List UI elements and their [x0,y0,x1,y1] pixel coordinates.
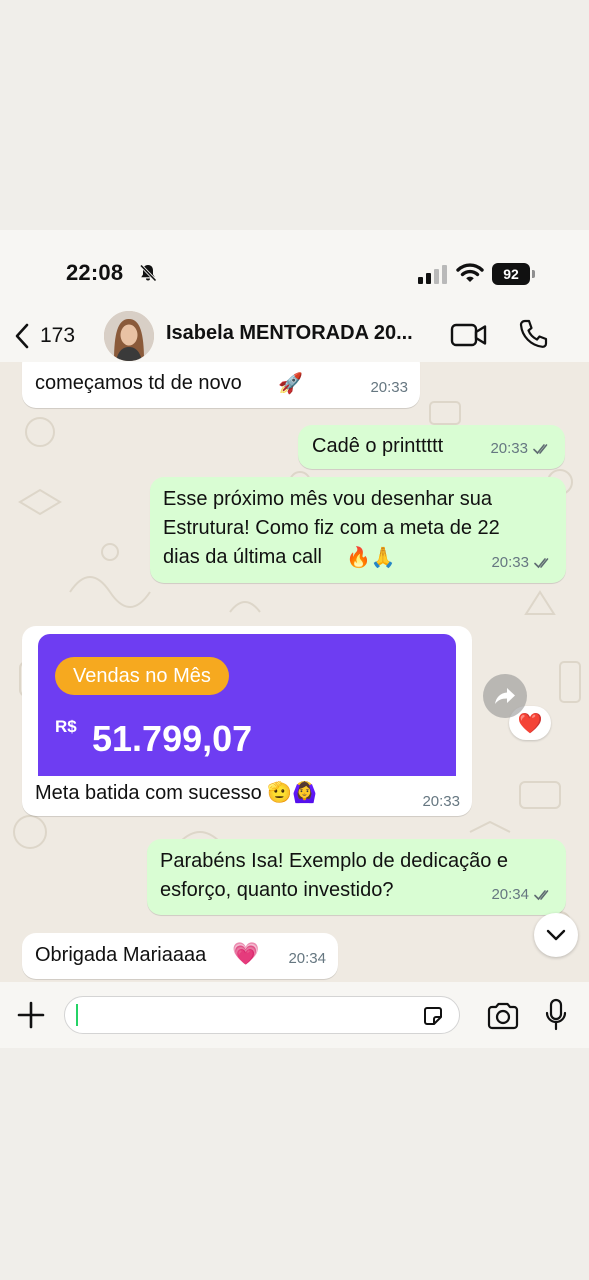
message-text: começamos td de novo [35,372,242,394]
chevron-down-icon [546,929,566,941]
message-line: Parabéns Isa! Exemplo de dedicação e [160,850,508,872]
message-line: Estrutura! Como fiz com a meta de 22 [163,517,500,539]
message-time: 20:34 [288,950,326,967]
status-bar: 22:08 92 [0,230,589,310]
message-text: Cadê o printtttt [312,435,444,457]
caption-emoji: 🫡🙆‍♀️ [267,780,318,804]
message-incoming[interactable]: começamos td de novo 🚀 20:33 [22,362,420,408]
message-incoming[interactable]: Obrigada Mariaaaa 💗 20:34 [22,933,338,979]
plus-icon[interactable] [16,1000,46,1030]
message-line: Esse próximo mês vou desenhar sua [163,488,493,510]
message-time: 20:33 [422,793,460,810]
currency-label: R$ [55,717,77,736]
back-button[interactable]: 173 [14,318,75,354]
sales-screenshot[interactable]: Vendas no Mês R$ 51.799,07 [38,634,456,776]
caption-text: Meta batida com sucesso [35,782,262,804]
contact-name[interactable]: Isabela MENTORADA 20... [166,322,436,345]
message-outgoing[interactable]: Parabéns Isa! Exemplo de dedicação e esf… [147,839,566,915]
phone-icon[interactable] [518,318,548,350]
status-time: 22:08 [66,260,124,285]
wifi-icon [456,263,484,282]
bell-slash-icon [139,264,157,282]
message-emoji: 🚀 [278,371,303,395]
message-incoming-image[interactable]: Vendas no Mês R$ 51.799,07 Meta batida c… [22,626,472,816]
chat-header: 173 Isabela MENTORADA 20... [0,310,589,362]
message-time: 20:34 [491,886,529,903]
image-caption: Meta batida com sucesso 🫡🙆‍♀️ [35,778,317,807]
message-time: 20:33 [370,379,408,396]
message-time: 20:33 [490,440,528,457]
camera-icon[interactable] [486,1002,520,1030]
sales-pill: Vendas no Mês [55,657,229,695]
contact-avatar[interactable] [104,311,154,361]
forward-icon [495,688,515,704]
sales-amount: 51.799,07 [92,718,253,759]
phone-screen: 22:08 92 173 Isabela MENTORADA 20... com… [0,230,589,1048]
message-text: Obrigada Mariaaaa [35,944,207,966]
signal-icon [418,265,447,284]
message-time: 20:33 [491,554,529,571]
sticker-icon[interactable] [421,1004,445,1028]
message-input-bar [0,982,589,1048]
video-call-icon[interactable] [450,320,488,350]
battery-tip [532,270,535,278]
message-meta: 20:33 [370,373,408,402]
double-check-icon [534,889,549,900]
heart-icon: ❤️ [517,711,543,735]
chevron-left-icon [15,323,29,349]
scroll-to-bottom-button[interactable] [534,913,578,957]
forward-button[interactable] [483,674,527,718]
message-meta: 20:33 [490,434,553,463]
message-line: dias da última call [163,546,322,568]
message-line: esforço, quanto investido? [160,879,394,901]
unread-count: 173 [40,324,76,347]
text-caret [76,1004,78,1026]
message-meta: 20:34 [288,944,326,973]
message-emoji: 🔥🙏 [346,545,396,569]
message-input[interactable] [64,996,460,1034]
double-check-icon [534,557,549,568]
message-outgoing[interactable]: Cadê o printtttt 20:33 [298,425,565,469]
message-outgoing[interactable]: Esse próximo mês vou desenhar sua Estrut… [150,477,566,583]
chat-area[interactable]: começamos td de novo 🚀 20:33 Cadê o prin… [0,362,589,982]
message-meta: 20:34 [491,880,554,909]
message-meta: 20:33 [491,548,554,577]
message-emoji: 💗 [232,942,260,967]
microphone-icon[interactable] [544,998,568,1032]
double-check-icon [533,443,548,454]
avatar-photo [104,311,154,361]
battery-icon: 92 [492,263,536,285]
message-meta: 20:33 [422,793,460,810]
battery-level: 92 [492,263,530,285]
